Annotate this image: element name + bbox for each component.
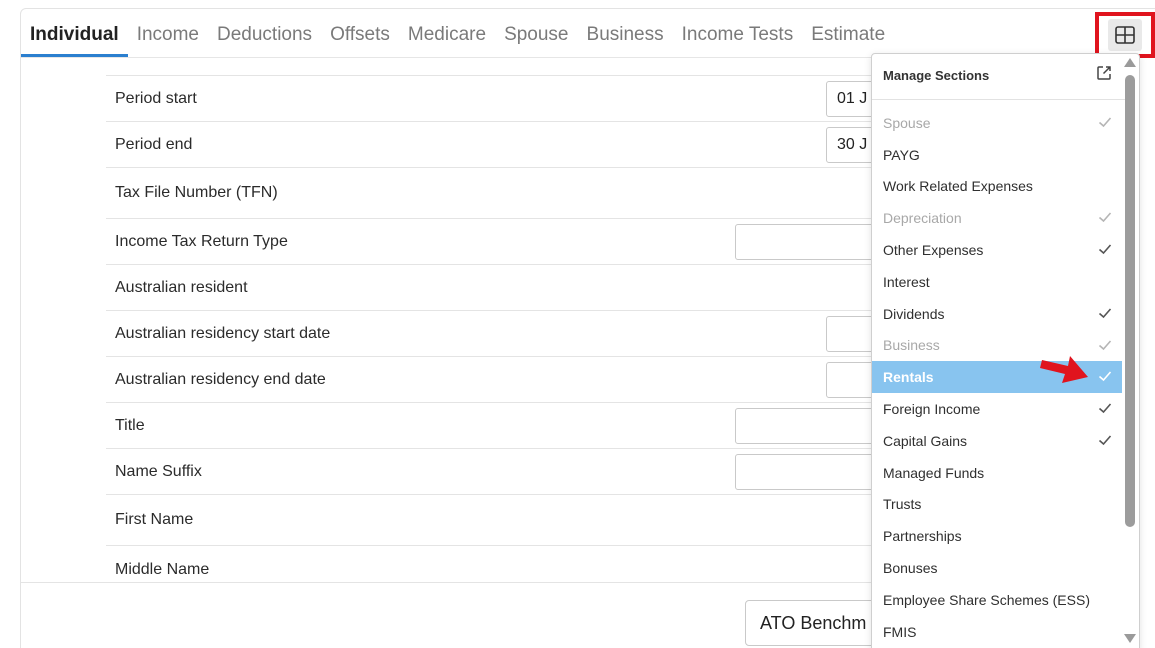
form-row-return-type: Income Tax Return Type	[106, 218, 885, 264]
scroll-up-arrow[interactable]	[1124, 58, 1136, 67]
section-item-capital-gains[interactable]: Capital Gains	[872, 425, 1122, 457]
form-row-first-name: First Name	[106, 494, 876, 545]
section-item-label: Dividends	[883, 305, 945, 322]
section-item-partnerships[interactable]: Partnerships	[872, 520, 1122, 552]
manage-sections-button[interactable]	[1108, 19, 1142, 51]
name-suffix-select[interactable]	[735, 454, 885, 490]
middle-name-label: Middle Name	[115, 560, 210, 578]
section-item-label: Rentals	[883, 369, 934, 386]
period-end-label: Period end	[115, 135, 193, 153]
section-item-label: Capital Gains	[883, 432, 968, 449]
section-item-other-expenses[interactable]: Other Expenses	[872, 234, 1122, 266]
scroll-down-arrow[interactable]	[1124, 634, 1136, 643]
tab-income-tests[interactable]: Income Tests	[673, 14, 803, 57]
section-item-payg[interactable]: PAYG	[872, 139, 1122, 171]
tab-spouse[interactable]: Spouse	[495, 14, 577, 57]
section-item-label: Managed Funds	[883, 464, 985, 481]
resident-label: Australian resident	[115, 278, 248, 296]
check-icon	[1098, 117, 1112, 128]
check-icon	[1098, 340, 1112, 350]
section-item-work-related-expenses[interactable]: Work Related Expenses	[872, 171, 1122, 203]
form-row-middle-name: Middle Name	[106, 545, 876, 593]
section-item-label: PAYG	[883, 146, 920, 163]
dropdown-title: Manage Sections	[883, 68, 990, 83]
section-item-dividends[interactable]: Dividends	[872, 298, 1122, 330]
tab-individual[interactable]: Individual	[21, 14, 128, 57]
section-item-label: Work Related Expenses	[883, 178, 1033, 195]
check-icon	[1098, 435, 1112, 446]
section-item-trusts[interactable]: Trusts	[872, 489, 1122, 521]
footer-divider	[21, 582, 881, 583]
check-icon	[1098, 403, 1112, 414]
tfn-label: Tax File Number (TFN)	[115, 184, 278, 201]
scroll-thumb[interactable]	[1125, 75, 1135, 527]
dropdown-scrollbar[interactable]	[1122, 58, 1138, 648]
tab-estimate[interactable]: Estimate	[802, 14, 894, 57]
check-icon	[1098, 308, 1112, 318]
section-item-employee-share-schemes-ess[interactable]: Employee Share Schemes (ESS)	[872, 584, 1122, 616]
section-item-label: Foreign Income	[883, 401, 981, 418]
period-start-label: Period start	[115, 89, 197, 107]
section-item-label: Other Expenses	[883, 242, 984, 259]
title-label: Title	[115, 416, 145, 434]
section-item-label: Bonuses	[883, 560, 938, 577]
check-icon	[1098, 212, 1112, 223]
red-arrow-icon	[1040, 356, 1088, 383]
form-row-residency-end: Australian residency end date	[106, 356, 886, 402]
grid-layout-icon	[1115, 26, 1135, 44]
form-row-title: Title	[106, 402, 885, 448]
section-item-label: Interest	[883, 273, 930, 290]
check-icon	[1098, 244, 1112, 255]
section-item-label: Depreciation	[883, 210, 962, 227]
title-select[interactable]	[735, 408, 885, 444]
section-item-foreign-income[interactable]: Foreign Income	[872, 393, 1122, 425]
form-row-period-end: Period end 30 J	[106, 121, 886, 167]
section-item-label: FMIS	[883, 623, 917, 640]
dropdown-header: Manage Sections	[872, 54, 1125, 100]
form-row-resident: Australian resident	[106, 264, 876, 310]
return-type-label: Income Tax Return Type	[115, 232, 288, 250]
section-item-fmis[interactable]: FMIS	[872, 616, 1122, 648]
return-type-select[interactable]	[735, 224, 885, 260]
name-suffix-label: Name Suffix	[115, 462, 202, 480]
tab-offsets[interactable]: Offsets	[321, 14, 399, 57]
section-item-interest[interactable]: Interest	[872, 266, 1122, 298]
section-item-managed-funds[interactable]: Managed Funds	[872, 457, 1122, 489]
tab-income[interactable]: Income	[128, 14, 208, 57]
individual-form: Period start 01 J Period end 30 J Tax Fi…	[106, 75, 886, 593]
manage-sections-dropdown: Manage Sections Spouse PAYG Work Related E…	[871, 53, 1140, 648]
section-item-label: Spouse	[883, 114, 931, 131]
tab-business[interactable]: Business	[578, 14, 673, 57]
first-name-label: First Name	[115, 511, 194, 528]
tab-deductions[interactable]: Deductions	[208, 14, 321, 57]
section-item-spouse: Spouse	[872, 107, 1122, 139]
tab-medicare[interactable]: Medicare	[399, 14, 495, 57]
section-item-bonuses[interactable]: Bonuses	[872, 552, 1122, 584]
form-row-tfn: Tax File Number (TFN)	[106, 167, 876, 218]
section-item-depreciation: Depreciation	[872, 202, 1122, 234]
section-item-label: Employee Share Schemes (ESS)	[883, 591, 1090, 608]
external-link-icon[interactable]	[1096, 65, 1112, 81]
residency-end-label: Australian residency end date	[115, 370, 326, 388]
section-item-label: Business	[883, 337, 940, 354]
section-item-label: Trusts	[883, 496, 922, 513]
section-item-label: Partnerships	[883, 528, 962, 545]
form-row-period-start: Period start 01 J	[106, 75, 886, 121]
highlight-box	[1095, 12, 1155, 58]
ato-benchmarks-button[interactable]: ATO Benchm	[745, 600, 885, 646]
form-row-name-suffix: Name Suffix	[106, 448, 885, 494]
form-row-residency-start: Australian residency start date	[106, 310, 886, 356]
residency-start-label: Australian residency start date	[115, 324, 331, 342]
section-tabs: Individual Income Deductions Offsets Med…	[21, 14, 894, 58]
check-icon	[1098, 371, 1112, 382]
